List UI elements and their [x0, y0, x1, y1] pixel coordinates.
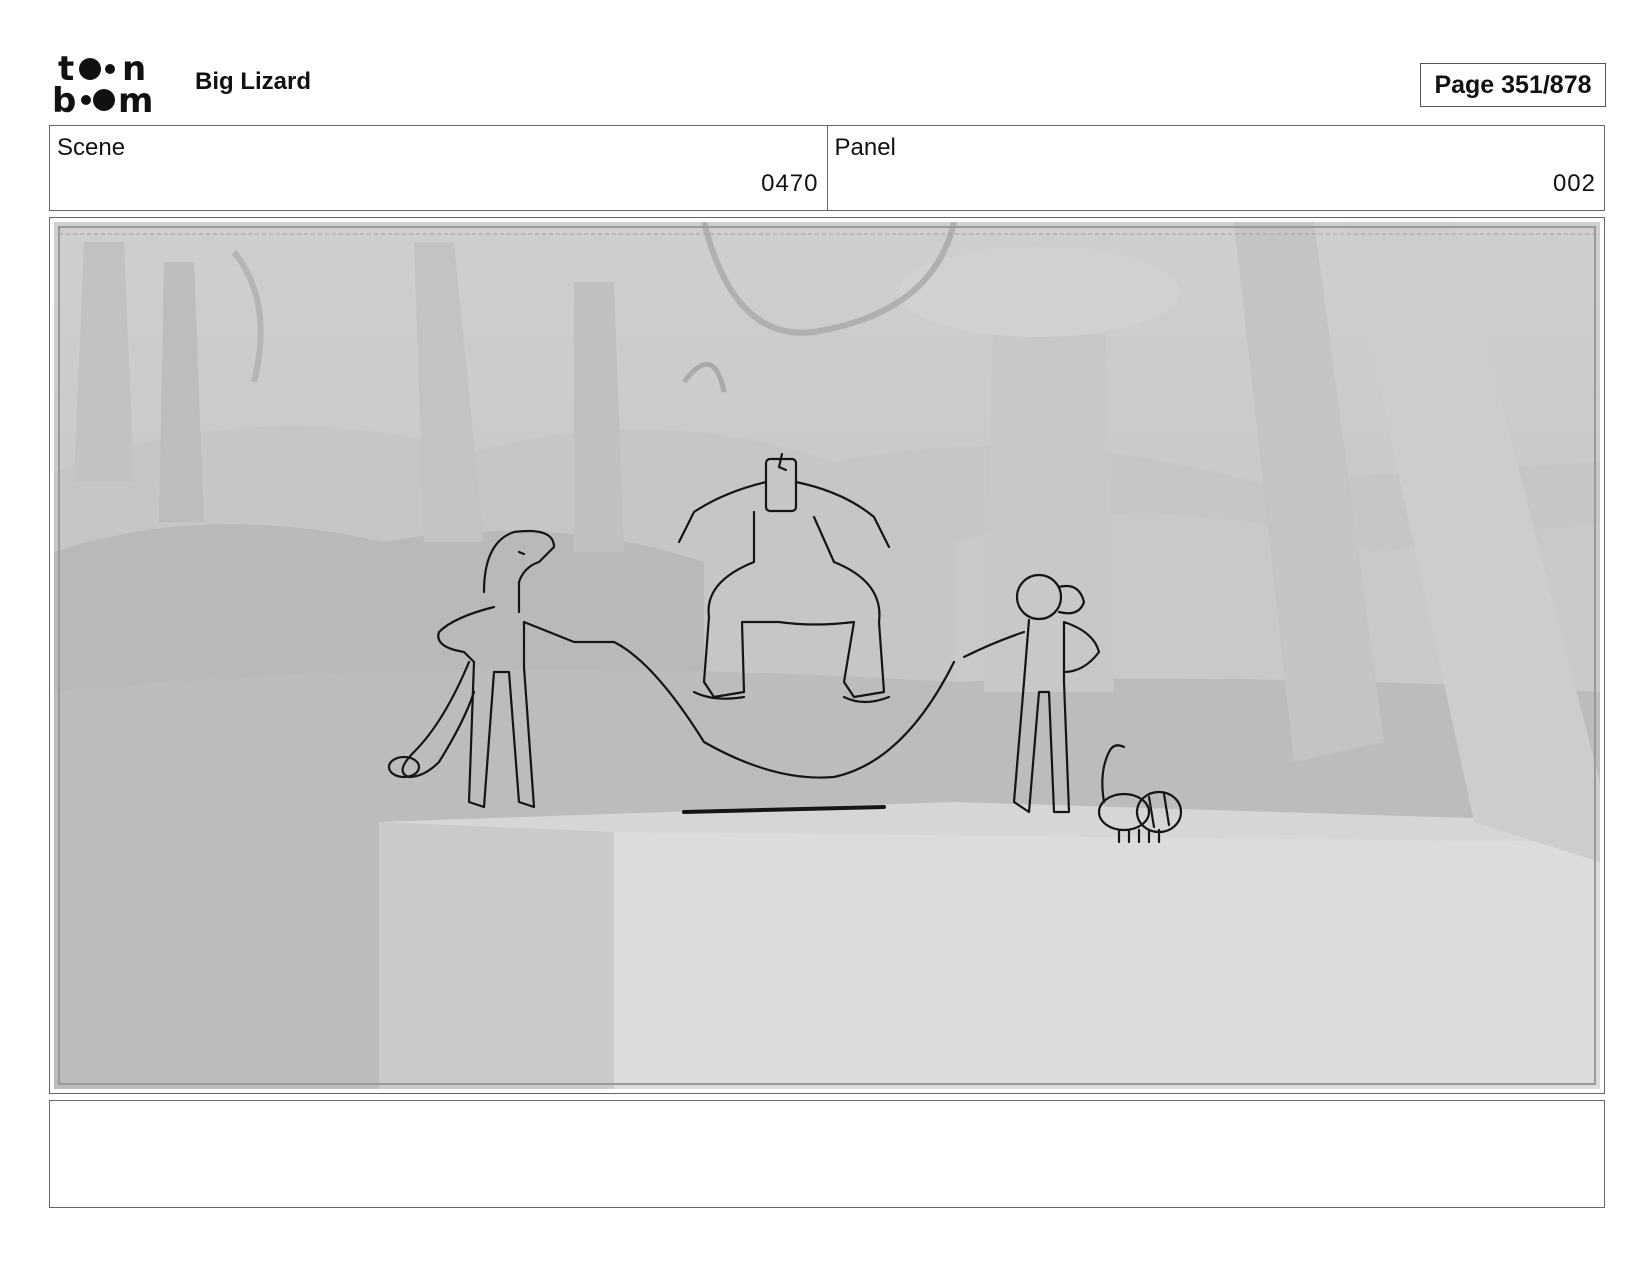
scene-label: Scene — [57, 134, 126, 161]
svg-text:b: b — [52, 81, 76, 116]
panel-label: Panel — [834, 134, 896, 161]
panel-notes — [49, 1100, 1605, 1208]
svg-text:m: m — [118, 81, 153, 116]
toon-boom-logo: t n b m — [52, 49, 170, 121]
panel-drawing — [54, 222, 1600, 1089]
scene-number: 0470 — [761, 170, 819, 197]
page-indicator: Page 351/878 — [1420, 63, 1606, 107]
panel-cell: Panel 002 — [826, 126, 1605, 210]
storyboard-panel — [49, 217, 1605, 1094]
project-title: Big Lizard — [195, 68, 312, 95]
panel-number: 002 — [1552, 170, 1596, 197]
scene-panel-info: Scene 0470 Panel 002 — [49, 125, 1605, 211]
scene-cell: Scene 0470 — [50, 126, 827, 210]
